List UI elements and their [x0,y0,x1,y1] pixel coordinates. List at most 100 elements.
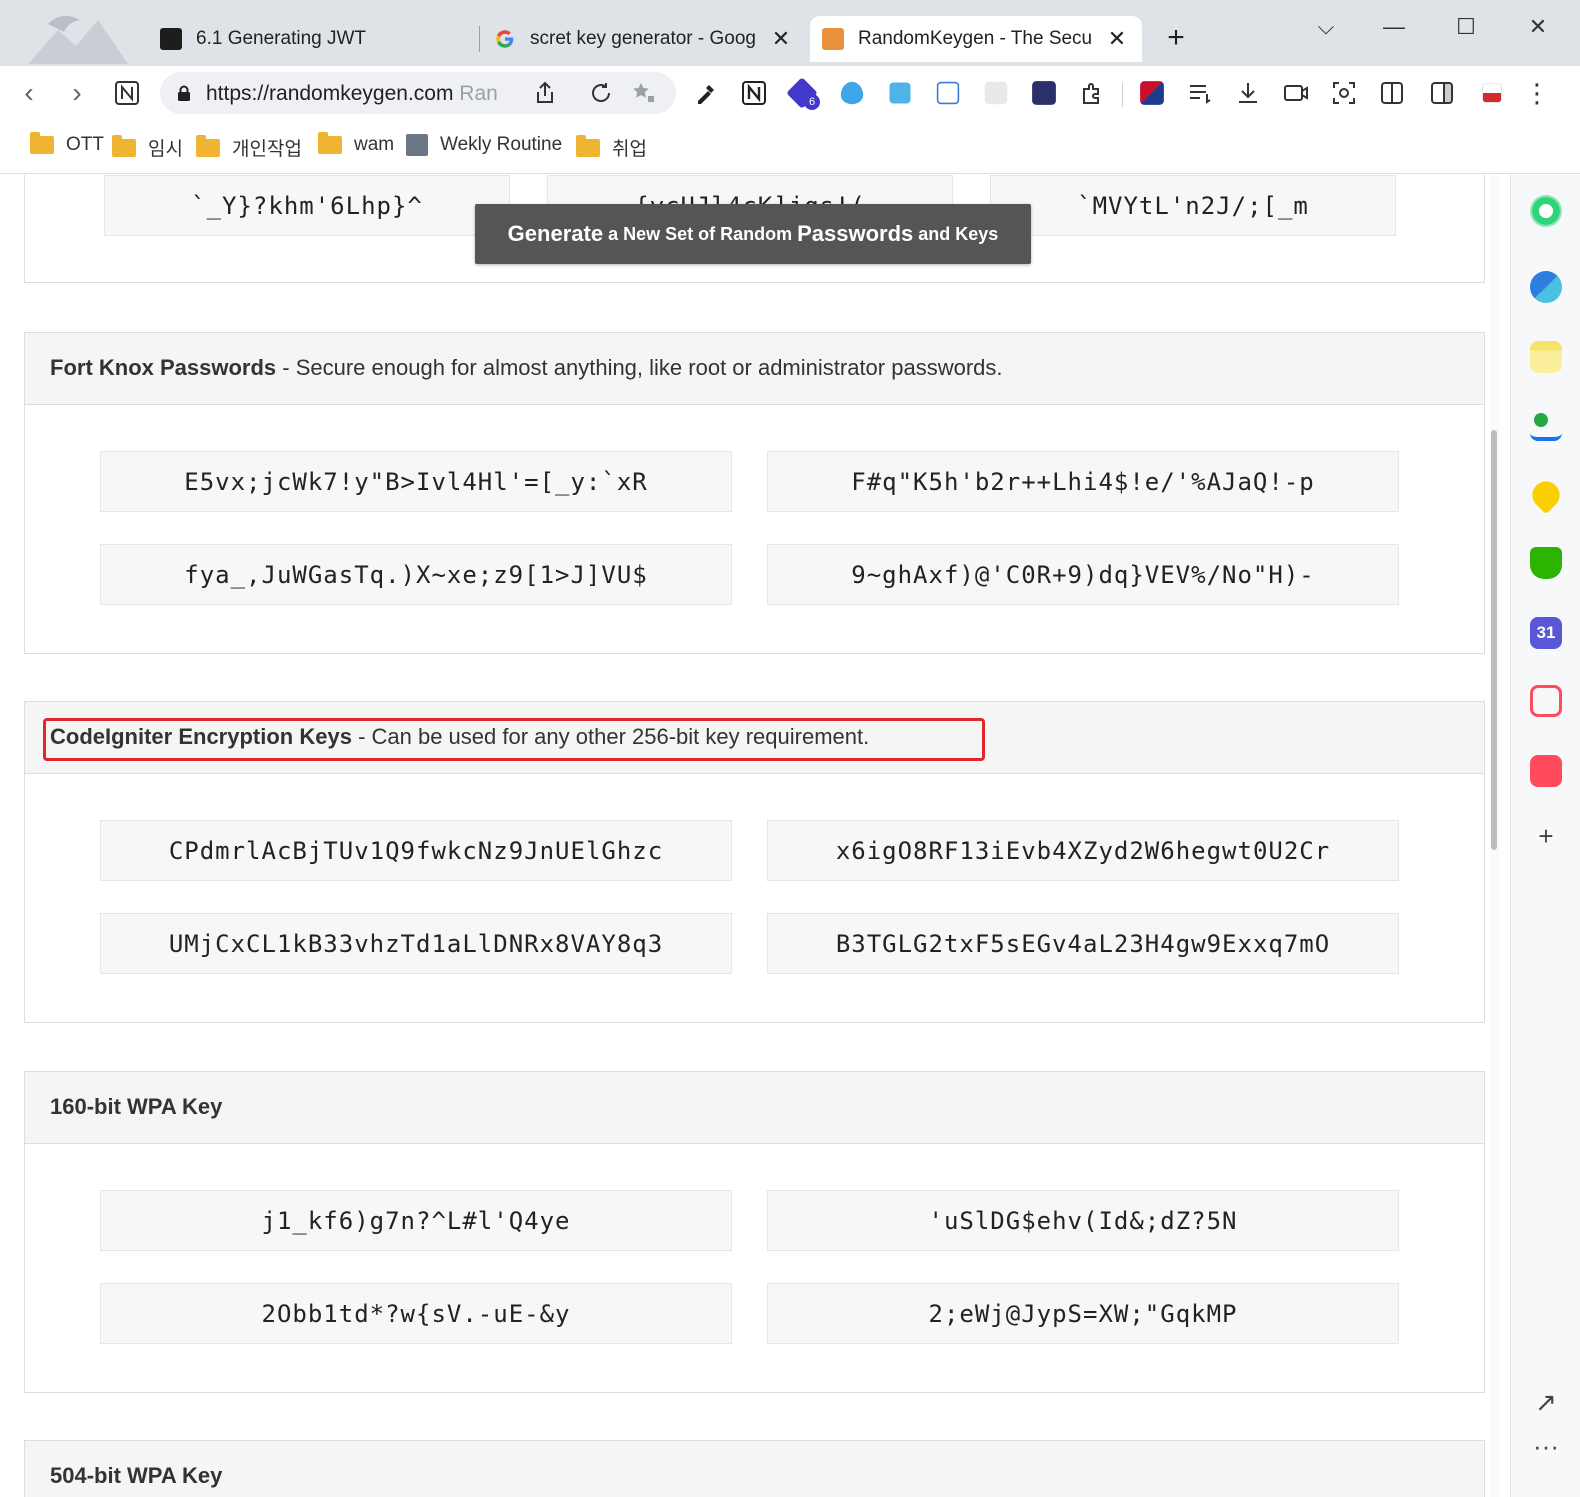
key-value[interactable]: E5vx;jcWk7!y"B>Ivl4Hl'=[_y:`xR [100,451,732,512]
notion-icon[interactable] [114,80,140,106]
reading-list-icon[interactable] [1186,79,1214,107]
randomkeygen-favicon-icon [822,28,844,50]
close-window-button[interactable]: ✕ [1518,12,1558,42]
tab-title: scret key generator - Goog [530,28,756,49]
key-value[interactable]: `_Y}?khm'6Lhp}^ [104,175,510,236]
key-value[interactable]: x6igO8RF13iEvb4XZyd2W6hegwt0U2Cr [767,820,1399,881]
edge-app-icon[interactable] [1530,271,1562,303]
tab-separator [479,26,480,52]
lock-icon[interactable] [176,85,192,101]
key-value[interactable]: B3TGLG2txF5sEGv4aL23H4gw9Exxq7mO [767,913,1399,974]
bookmark-job[interactable]: 취업 [576,134,647,161]
color-picker-icon[interactable] [692,79,720,107]
tab-strip: 6.1 Generating JWT scret key generator -… [0,0,1580,66]
browser-toolbar: ‹ › https://randomkeygen.com Ran 6 ⋮ [0,66,1580,120]
side-panel-icon[interactable] [1428,79,1456,107]
maximize-button[interactable]: ☐ [1446,12,1486,42]
key-value[interactable]: fya_,JuWGasTq.)X~xe;z9[1>J]VU$ [100,544,732,605]
droplet-extension-icon[interactable] [840,81,864,105]
page-content: `_Y}?khm'6Lhp}^ {ycUJl4cK]jqs!( `MVYtL'n… [0,175,1508,1497]
profile-icon[interactable] [1482,83,1502,103]
address-bar[interactable]: https://randomkeygen.com Ran [160,72,676,114]
naver-app-icon[interactable] [1530,547,1562,579]
back-arrow-icon[interactable]: ‹ [10,74,48,112]
panel-title: 504-bit WPA Key [50,1463,222,1489]
folder-icon [196,134,220,157]
grey-extension-icon[interactable] [984,81,1008,105]
record-extension-icon[interactable] [889,82,911,104]
folder-icon [112,134,136,157]
notes-app-icon[interactable] [1530,341,1562,373]
translate-extension-icon[interactable] [936,81,960,105]
panel-wpa-504: 504-bit WPA Key [24,1440,1485,1497]
new-tab-button[interactable]: + [1160,22,1192,54]
add-app-icon[interactable]: + [1528,821,1564,852]
bookmark-star-icon[interactable] [630,80,656,106]
key-value[interactable]: UMjCxCL1kB33vhzTd1aLlDNRx8VAY8q3 [100,913,732,974]
maps-route-icon[interactable] [1530,409,1562,441]
url-text: https://randomkeygen.com Ran [206,82,524,106]
generate-button-word: Generate [507,221,604,246]
panel-wpa-160: 160-bit WPA Key j1_kf6)g7n?^L#l'Q4ye 'uS… [24,1071,1485,1393]
bookmark-ott[interactable]: OTT [30,132,104,156]
chat-app-icon[interactable] [1530,685,1562,717]
key-value[interactable]: 2Obb1td*?w{sV.-uE-&y [100,1283,732,1344]
bookmark-label: 개인작업 [232,139,302,160]
tab-randomkeygen[interactable]: RandomKeygen - The Secu ✕ [810,16,1142,62]
bookmark-label: wam [354,134,395,155]
notion-extension-icon[interactable] [740,79,768,107]
tab-generating-jwt[interactable]: 6.1 Generating JWT [148,16,478,62]
tab-close-icon[interactable]: ✕ [768,26,794,52]
page-scrollbar-thumb[interactable] [1491,430,1497,850]
tab-google-search[interactable]: scret key generator - Goog ✕ [482,16,806,62]
key-value[interactable]: CPdmrlAcBjTUv1Q9fwkcNz9JnUElGhzc [100,820,732,881]
minimize-button[interactable]: — [1374,12,1414,42]
tab-search-dropdown-icon[interactable]: ⌵ [1306,12,1346,42]
page-icon [406,134,428,156]
panel-fort-knox: Fort Knox Passwords - Secure enough for … [24,332,1485,654]
panel-heading: 504-bit WPA Key [25,1441,1484,1497]
key-value[interactable]: j1_kf6)g7n?^L#l'Q4ye [100,1190,732,1251]
bookmark-weekly-routine[interactable]: Wekly Routine [406,134,562,156]
bookmarks-bar: OTT 임시 개인작업 wam Wekly Routine 취업 [0,120,1580,174]
split-view-icon[interactable] [1378,79,1406,107]
menu-kebab-icon[interactable]: ⋮ [1524,78,1550,109]
language-flag-icon[interactable] [1140,81,1164,105]
panel-title: Fort Knox Passwords - Secure enough for … [50,355,1003,381]
url-host: https://randomkeygen.com [206,82,454,105]
folder-icon [318,132,342,154]
forward-arrow-icon[interactable]: › [58,74,96,112]
download-icon[interactable] [1234,79,1262,107]
key-value[interactable]: 9~ghAxf)@'C0R+9)dq}VEV%/No"H)- [767,544,1399,605]
calendar-app-icon[interactable]: 31 [1530,617,1562,649]
google-favicon-icon [496,30,514,48]
more-options-icon[interactable]: ··· [1528,1431,1564,1462]
green-circle-app-icon[interactable] [1530,195,1562,227]
side-panel: 31 + ↗ ··· [1510,175,1580,1497]
bookmark-personal-work[interactable]: 개인작업 [196,134,302,161]
panel-codeigniter: CodeIgniter Encryption Keys - Can be use… [24,701,1485,1023]
generate-button[interactable]: Generate a New Set of Random Passwords a… [475,204,1031,264]
share-icon[interactable] [532,80,558,106]
panel-heading: 160-bit WPA Key [25,1072,1484,1144]
pocket-app-icon[interactable] [1530,755,1562,787]
video-icon[interactable] [1282,79,1310,107]
key-value[interactable]: `MVYtL'n2J/;[_m [990,175,1396,236]
bookmark-wam[interactable]: wam [318,132,395,156]
generate-button-word: Passwords [797,221,914,246]
tab-close-icon[interactable]: ✕ [1104,26,1130,52]
reload-icon[interactable] [588,80,614,106]
extensions-puzzle-icon[interactable] [1078,79,1106,107]
external-link-icon[interactable]: ↗ [1528,1387,1564,1418]
key-value[interactable]: F#q"K5h'b2r++Lhi4$!e/'%AJaQ!-p [767,451,1399,512]
map-pin-icon[interactable] [1526,475,1566,515]
key-value[interactable]: 2;eWj@JypS=XW;"GqkMP [767,1283,1399,1344]
screenshot-icon[interactable] [1330,79,1358,107]
key-value[interactable]: 'uSlDG$ehv(Id&;dZ?5N [767,1190,1399,1251]
panel-heading: CodeIgniter Encryption Keys - Can be use… [25,702,1484,774]
panel-title: 160-bit WPA Key [50,1094,222,1120]
bookmark-label: OTT [66,134,104,155]
extension-badge: 6 [804,94,820,110]
colorful-extension-icon[interactable] [1032,81,1056,105]
bookmark-temp[interactable]: 임시 [112,134,183,161]
